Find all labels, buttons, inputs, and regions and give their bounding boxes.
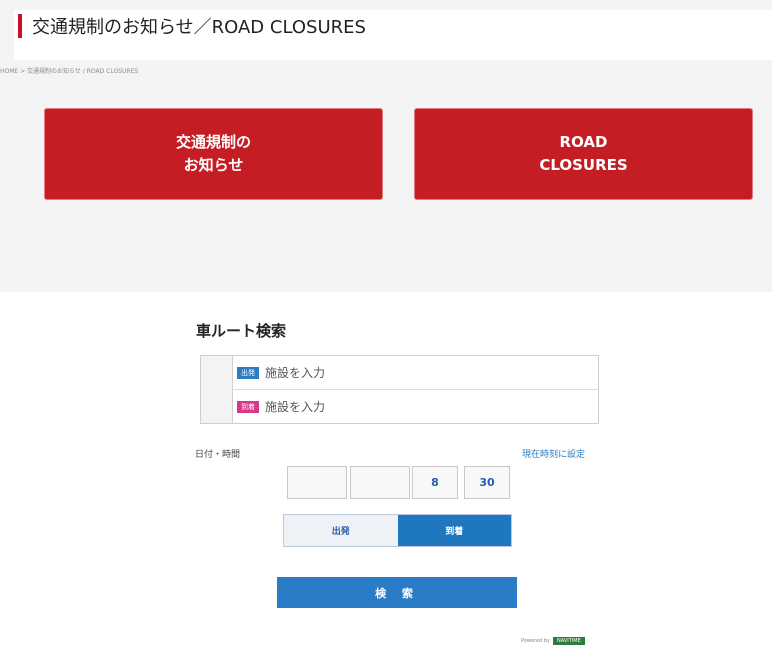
date-year-select[interactable] [287, 466, 347, 499]
depart-arrive-toggle: 出発 到着 [283, 514, 512, 547]
datetime-label: 日付・時間 [195, 450, 241, 460]
road-closures-en-button[interactable]: ROAD CLOSURES [414, 108, 753, 200]
to-facility-input[interactable] [265, 399, 565, 414]
date-month-day-select[interactable] [350, 466, 410, 499]
en-button-line1: ROAD [559, 133, 608, 151]
road-closures-jp-button[interactable]: 交通規制の お知らせ [44, 108, 383, 200]
powered-by-text: Powered by [521, 638, 550, 644]
from-facility-input[interactable] [265, 365, 565, 380]
to-tag: 到着 [237, 400, 259, 413]
arrive-toggle-button[interactable]: 到着 [397, 515, 511, 546]
minute-select[interactable]: 30 [464, 466, 510, 499]
set-current-time-link[interactable]: 現在時刻に設定 [522, 447, 585, 460]
hour-select[interactable]: 8 [412, 466, 458, 499]
jp-button-line1: 交通規制の [175, 133, 251, 151]
facility-input-box: 出発 到着 [200, 355, 599, 424]
jp-button-line2: お知らせ [183, 156, 244, 174]
page-title: 交通規制のお知らせ／ROAD CLOSURES [32, 17, 366, 38]
route-search-title: 車ルート検索 [196, 322, 287, 340]
from-row: 出発 [232, 356, 598, 390]
navitime-logo[interactable]: NAVITIME [552, 637, 585, 645]
road-closures-panel: 交通規制のお知らせ／ROAD CLOSURES HOME > 交通規制のお知らせ… [0, 0, 772, 292]
depart-toggle-button[interactable]: 出発 [284, 515, 398, 546]
powered-by: Powered by NAVITIME [521, 637, 585, 645]
title-accent-bar [18, 14, 22, 38]
swap-handle[interactable] [201, 356, 233, 423]
to-row: 到着 [232, 390, 598, 423]
search-button[interactable]: 検 索 [277, 577, 517, 608]
from-tag: 出発 [237, 366, 259, 379]
en-button-line2: CLOSURES [539, 156, 628, 174]
breadcrumb[interactable]: HOME > 交通規制のお知らせ / ROAD CLOSURES [0, 66, 138, 75]
